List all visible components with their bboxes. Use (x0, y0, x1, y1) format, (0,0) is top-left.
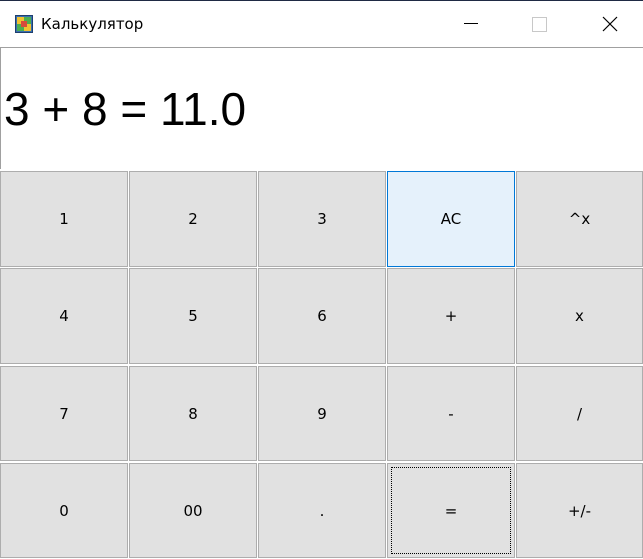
key-digit-0-button[interactable]: 0 (0, 463, 128, 558)
key-label: 3 (317, 210, 327, 228)
close-button[interactable] (586, 1, 632, 47)
maximize-icon (532, 17, 547, 32)
key-label: ^x (568, 210, 591, 228)
key-digit-4-button[interactable]: 4 (0, 268, 128, 364)
key-digit-5-button[interactable]: 5 (129, 268, 257, 364)
key-label: = (444, 501, 458, 520)
key-equals-button[interactable]: = (387, 463, 515, 558)
key-divide-button[interactable]: / (516, 366, 643, 461)
key-label: 7 (59, 404, 69, 423)
key-label: 6 (317, 307, 327, 325)
key-label: 4 (59, 307, 69, 325)
calculator-window: Калькулятор 3 + 8 = 11.0 1 2 3 AC ^x 4 5 6 + x 7 8 9… (0, 0, 643, 559)
key-digit-3-button[interactable]: 3 (258, 171, 386, 267)
title-bar[interactable]: Калькулятор (0, 1, 643, 47)
minimize-icon (464, 23, 478, 24)
key-label: / (576, 404, 583, 423)
key-label: . (319, 501, 325, 520)
window-title: Калькулятор (41, 15, 144, 33)
close-icon (602, 16, 618, 32)
key-digit-8-button[interactable]: 8 (129, 366, 257, 461)
key-multiply-button[interactable]: x (516, 268, 643, 364)
key-digit-7-button[interactable]: 7 (0, 366, 128, 461)
key-digit-2-button[interactable]: 2 (129, 171, 257, 267)
key-label: 8 (188, 404, 198, 423)
key-label: 9 (317, 404, 327, 423)
result-display[interactable]: 3 + 8 = 11.0 (0, 47, 643, 169)
key-plus-button[interactable]: + (387, 268, 515, 364)
key-label: x (575, 307, 584, 325)
key-label: 5 (188, 307, 198, 325)
key-digit-1-button[interactable]: 1 (0, 171, 128, 267)
key-digit-9-button[interactable]: 9 (258, 366, 386, 461)
key-digit-6-button[interactable]: 6 (258, 268, 386, 364)
key-label: 00 (183, 501, 203, 520)
calculator-app-icon (15, 15, 33, 33)
key-minus-button[interactable]: - (387, 366, 515, 461)
key-label: + (444, 307, 458, 325)
key-label: 0 (59, 501, 69, 520)
key-all-clear-button[interactable]: AC (387, 171, 515, 267)
key-label: - (448, 404, 454, 423)
key-label: 2 (188, 210, 198, 228)
display-expression: 3 + 8 = 11.0 (4, 83, 247, 135)
key-label: +/- (567, 501, 592, 520)
key-decimal-point-button[interactable]: . (258, 463, 386, 558)
key-label: 1 (59, 210, 69, 228)
key-toggle-sign-button[interactable]: +/- (516, 463, 643, 558)
key-double-zero-button[interactable]: 00 (129, 463, 257, 558)
key-label: AC (440, 210, 462, 228)
maximize-button[interactable] (516, 1, 562, 47)
keypad: 1 2 3 AC ^x 4 5 6 + x 7 8 9-/0 00. = +/- (0, 169, 643, 559)
minimize-button[interactable] (447, 1, 493, 47)
key-power-button[interactable]: ^x (516, 171, 643, 267)
